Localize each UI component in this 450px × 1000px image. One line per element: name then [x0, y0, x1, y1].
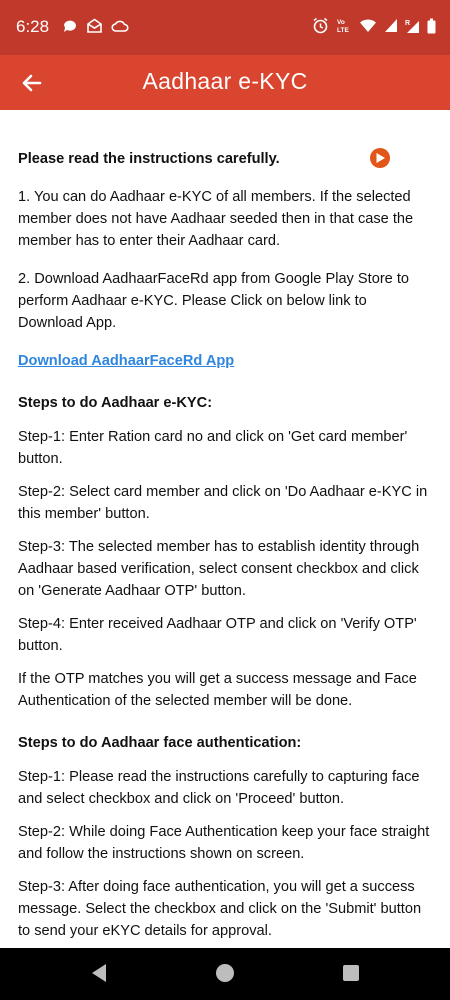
status-right-icons: Vo LTE R — [312, 17, 436, 39]
signal-icon — [384, 18, 398, 38]
ekyc-step-2: Step-2: Select card member and click on … — [18, 484, 428, 522]
instruction-paragraph-2: 2. Download AadhaarFaceRd app from Googl… — [18, 271, 410, 331]
alarm-icon — [312, 17, 329, 39]
svg-text:Vo: Vo — [337, 19, 345, 26]
nav-back-icon[interactable] — [90, 963, 108, 988]
face-step-2: Step-2: While doing Face Authentication … — [18, 824, 430, 862]
ekyc-step-3: Step-3: The selected member has to estab… — [18, 539, 420, 599]
cloud-icon — [111, 18, 129, 39]
svg-text:LTE: LTE — [337, 27, 349, 34]
instructions-header: Please read the instructions carefully. — [18, 148, 432, 170]
status-time: 6:28 — [16, 17, 50, 36]
battery-icon — [427, 18, 436, 39]
ekyc-step-1: Step-1: Enter Ration card no and click o… — [18, 429, 408, 467]
mail-icon — [86, 18, 103, 39]
nav-home-icon[interactable] — [215, 963, 235, 988]
face-auth-steps-title: Steps to do Aadhaar face authentication: — [18, 735, 302, 751]
face-step-1: Step-1: Please read the instructions car… — [18, 769, 420, 807]
face-step-3: Step-3: After doing face authentication,… — [18, 879, 422, 939]
instruction-paragraph-1: 1. You can do Aadhaar e-KYC of all membe… — [18, 189, 414, 249]
status-left-icons — [62, 18, 129, 39]
app-bar: Aadhaar e-KYC — [0, 55, 450, 110]
svg-text:R: R — [405, 20, 410, 27]
system-nav-bar — [0, 948, 450, 1000]
nav-recents-icon[interactable] — [342, 964, 360, 987]
instructions-heading: Please read the instructions carefully. — [18, 151, 280, 167]
page-title: Aadhaar e-KYC — [142, 68, 308, 94]
ekyc-step-4: Step-4: Enter received Aadhaar OTP and c… — [18, 616, 417, 654]
ekyc-otp-note: If the OTP matches you will get a succes… — [18, 671, 417, 709]
instructions-content[interactable]: Please read the instructions carefully. … — [18, 110, 432, 948]
volte-icon: Vo LTE — [336, 17, 352, 39]
wifi-icon — [359, 18, 377, 39]
signal-roaming-icon: R — [405, 18, 420, 39]
play-circle-icon[interactable] — [370, 148, 390, 168]
ekyc-steps-title: Steps to do Aadhaar e-KYC: — [18, 395, 213, 411]
chat-icon — [62, 18, 78, 39]
status-bar: 6:28 Vo LTE R — [0, 0, 450, 55]
download-app-link[interactable]: Download AadhaarFaceRd App — [18, 350, 234, 372]
